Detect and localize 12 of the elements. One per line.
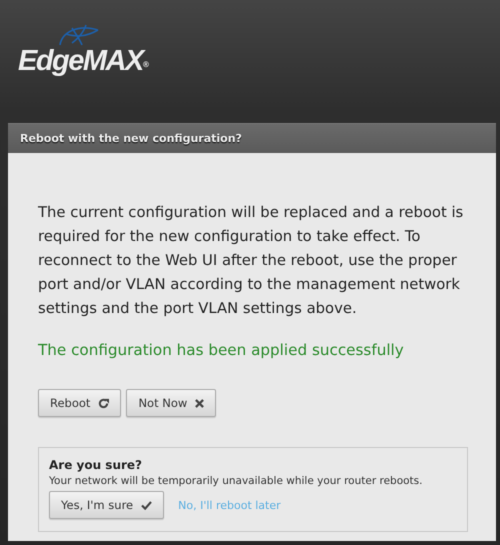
confirm-button[interactable]: Yes, I'm sure bbox=[49, 491, 164, 519]
edgemax-logo: EdgeMAX$^{®}$ bbox=[18, 46, 149, 76]
reboot-button[interactable]: Reboot bbox=[38, 389, 122, 417]
close-icon bbox=[195, 398, 204, 408]
message-text: The current configuration will be replaced and a reboot is required for the new configuration to take effect. To reconnect to the Web UI after the reboot, use the proper port and/or VLAN according to the management network settings and the port VLAN settings above. bbox=[38, 203, 464, 319]
confirm-text: Your network will be temporarily unavailable while your router reboots. bbox=[49, 475, 424, 487]
dialog-title: Reboot with the new configuration? bbox=[20, 132, 242, 145]
confirm-heading: Are you sure? bbox=[49, 458, 144, 472]
refresh-icon bbox=[98, 398, 110, 408]
success-message: The configuration has been applied successfully bbox=[38, 341, 405, 359]
check-icon bbox=[141, 500, 152, 510]
not-now-button[interactable]: Not Now bbox=[126, 389, 216, 417]
